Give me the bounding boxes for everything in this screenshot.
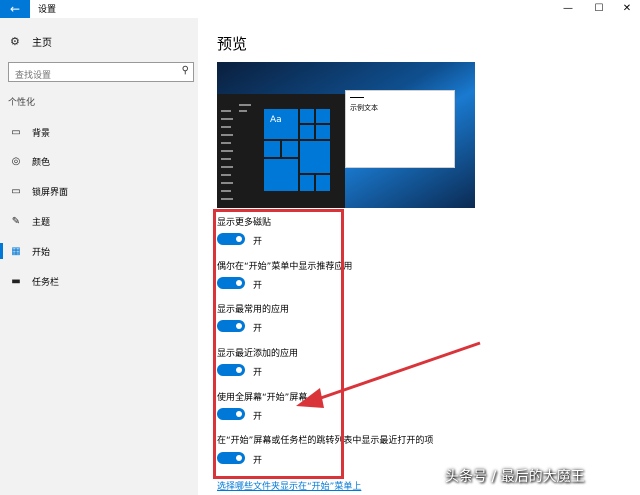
annotation-arrow [296,341,481,408]
annotation-arrow-shaft [314,341,481,402]
annotation-arrow-head [296,388,324,408]
watermark: 头条号 / 最后的大魔王 [445,469,585,485]
